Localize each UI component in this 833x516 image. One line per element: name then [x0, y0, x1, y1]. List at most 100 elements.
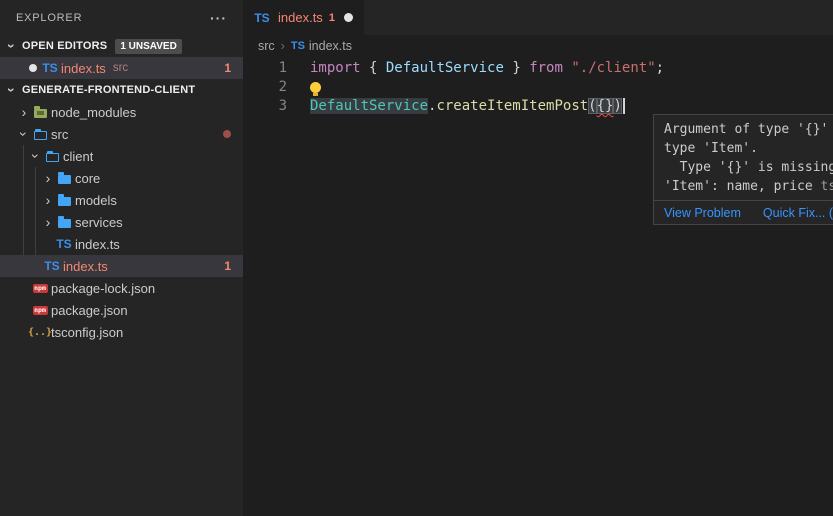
tree-item-label: package-lock.json: [51, 281, 155, 296]
tree-item-client-index-ts[interactable]: › TS index.ts: [0, 233, 243, 255]
tree-item-label: index.ts: [63, 259, 108, 274]
text-cursor: [623, 98, 625, 114]
folder-open-icon: [44, 148, 60, 164]
token-close-paren: ): [613, 98, 621, 114]
editor-group: TS index.ts 1 src › TS index.ts 1 import…: [243, 0, 833, 516]
modified-dot-icon: [223, 130, 231, 138]
hover-actions-bar: View Problem Quick Fix... (Ctrl+.): [654, 200, 833, 224]
tree-item-src-index-ts[interactable]: › TS index.ts 1: [0, 255, 243, 277]
token-method-call: createItemItemPost: [436, 98, 588, 114]
typescript-file-icon: TS: [42, 60, 58, 76]
error-code-ref: ts(2345): [821, 179, 833, 194]
folder-icon: [56, 192, 72, 208]
code-line-2[interactable]: 2: [243, 78, 833, 97]
token-keyword: from: [529, 60, 571, 76]
npm-folder-icon: [32, 104, 48, 120]
tab-index-ts[interactable]: TS index.ts 1: [243, 0, 364, 35]
token-service-object: DefaultService: [310, 98, 428, 114]
quick-fix-link[interactable]: Quick Fix... (Ctrl+.): [763, 206, 833, 220]
tree-item-core[interactable]: › core: [0, 167, 243, 189]
tree-item-models[interactable]: › models: [0, 189, 243, 211]
unsaved-dot-icon[interactable]: [344, 13, 353, 22]
tree-item-label: client: [63, 149, 93, 164]
typescript-file-icon: TS: [56, 236, 72, 252]
chevron-right-icon[interactable]: ›: [40, 214, 56, 230]
folder-icon: [56, 170, 72, 186]
tree-item-label: services: [75, 215, 123, 230]
sidebar-header: EXPLORER ···: [0, 0, 243, 35]
lightbulb-icon[interactable]: [310, 82, 321, 93]
chevron-down-icon[interactable]: ›: [16, 126, 32, 142]
error-count-badge: 1: [224, 61, 231, 75]
token-keyword: import: [310, 60, 369, 76]
error-hover-widget: Argument of type '{}' is not assignable …: [653, 114, 833, 225]
hover-message: Argument of type '{}' is not assignable …: [654, 115, 833, 200]
chevron-right-icon[interactable]: ›: [40, 192, 56, 208]
tab-error-count: 1: [329, 12, 335, 24]
tree-item-label: src: [51, 127, 68, 142]
breadcrumb-segment-src[interactable]: src: [258, 39, 275, 53]
token-error-braces: {}: [597, 98, 614, 114]
folder-open-icon: [32, 126, 48, 142]
tree-item-label: package.json: [51, 303, 128, 318]
chevron-down-icon[interactable]: ›: [28, 148, 44, 164]
hover-message-line: Argument of type '{}' is not assignable …: [664, 120, 833, 139]
view-problem-link[interactable]: View Problem: [664, 206, 741, 220]
hover-message-line: 'Item': name, price ts(2345): [664, 177, 833, 196]
breadcrumb-segment-file[interactable]: index.ts: [309, 39, 352, 53]
tree-item-tsconfig-json[interactable]: › {..} tsconfig.json: [0, 321, 243, 343]
tab-bar: TS index.ts 1: [243, 0, 833, 35]
npm-file-icon: npm: [32, 302, 48, 318]
tree-item-package-json[interactable]: › npm package.json: [0, 299, 243, 321]
token-string: "./client": [571, 60, 655, 76]
tree-item-package-lock-json[interactable]: › npm package-lock.json: [0, 277, 243, 299]
hover-message-text: 'Item': name, price: [664, 179, 821, 194]
token-open-paren: (: [588, 98, 596, 114]
line-number: 3: [243, 97, 307, 116]
typescript-file-icon: TS: [254, 10, 270, 26]
chevron-right-icon[interactable]: ›: [16, 104, 32, 120]
tree-item-client[interactable]: › client: [0, 145, 243, 167]
chevron-right-icon[interactable]: ›: [40, 170, 56, 186]
open-editor-description: src: [113, 62, 128, 74]
hover-message-line: Type '{}' is missing the following prope…: [664, 158, 833, 177]
open-editor-filename: index.ts: [61, 61, 106, 76]
unsaved-dot-icon[interactable]: [29, 64, 37, 72]
explorer-sidebar: EXPLORER ··· › OPEN EDITORS 1 UNSAVED TS…: [0, 0, 243, 516]
tab-filename: index.ts: [278, 10, 323, 25]
typescript-file-icon: TS: [291, 40, 305, 52]
code-line-1[interactable]: 1 import { DefaultService } from "./clie…: [243, 59, 833, 78]
folder-icon: [56, 214, 72, 230]
open-editor-item-index-ts[interactable]: TS index.ts src 1: [0, 57, 243, 79]
tree-item-src[interactable]: › src: [0, 123, 243, 145]
tree-item-label: index.ts: [75, 237, 120, 252]
workspace-section-header[interactable]: › GENERATE-FRONTEND-CLIENT: [0, 79, 243, 101]
npm-file-icon: npm: [32, 280, 48, 296]
tree-item-node-modules[interactable]: › node_modules: [0, 101, 243, 123]
tree-item-label: tsconfig.json: [51, 325, 123, 340]
tree-item-label: core: [75, 171, 100, 186]
more-actions-icon[interactable]: ···: [210, 10, 227, 26]
tsconfig-file-icon: {..}: [32, 324, 48, 340]
tree-item-label: models: [75, 193, 117, 208]
chevron-down-icon[interactable]: ›: [4, 38, 20, 54]
explorer-title: EXPLORER: [16, 12, 82, 24]
line-number: 2: [243, 78, 307, 97]
chevron-down-icon[interactable]: ›: [4, 82, 20, 98]
workspace-name-label: GENERATE-FRONTEND-CLIENT: [22, 84, 195, 96]
token-punct: }: [504, 60, 529, 76]
token-import-binding: DefaultService: [386, 60, 504, 76]
line-number: 1: [243, 59, 307, 78]
tree-item-label: node_modules: [51, 105, 136, 120]
error-count-badge: 1: [224, 259, 231, 273]
token-punct: {: [369, 60, 386, 76]
token-punct: ;: [656, 60, 664, 76]
hover-message-line: type 'Item'.: [664, 139, 833, 158]
breadcrumb-separator-icon: ›: [281, 39, 285, 53]
unsaved-count-badge: 1 UNSAVED: [115, 39, 182, 54]
open-editors-header[interactable]: › OPEN EDITORS 1 UNSAVED: [0, 35, 243, 57]
code-area[interactable]: 1 import { DefaultService } from "./clie…: [243, 57, 833, 116]
breadcrumb: src › TS index.ts: [243, 35, 833, 57]
file-tree: › node_modules › src › client › core › m…: [0, 101, 243, 343]
tree-item-services[interactable]: › services: [0, 211, 243, 233]
